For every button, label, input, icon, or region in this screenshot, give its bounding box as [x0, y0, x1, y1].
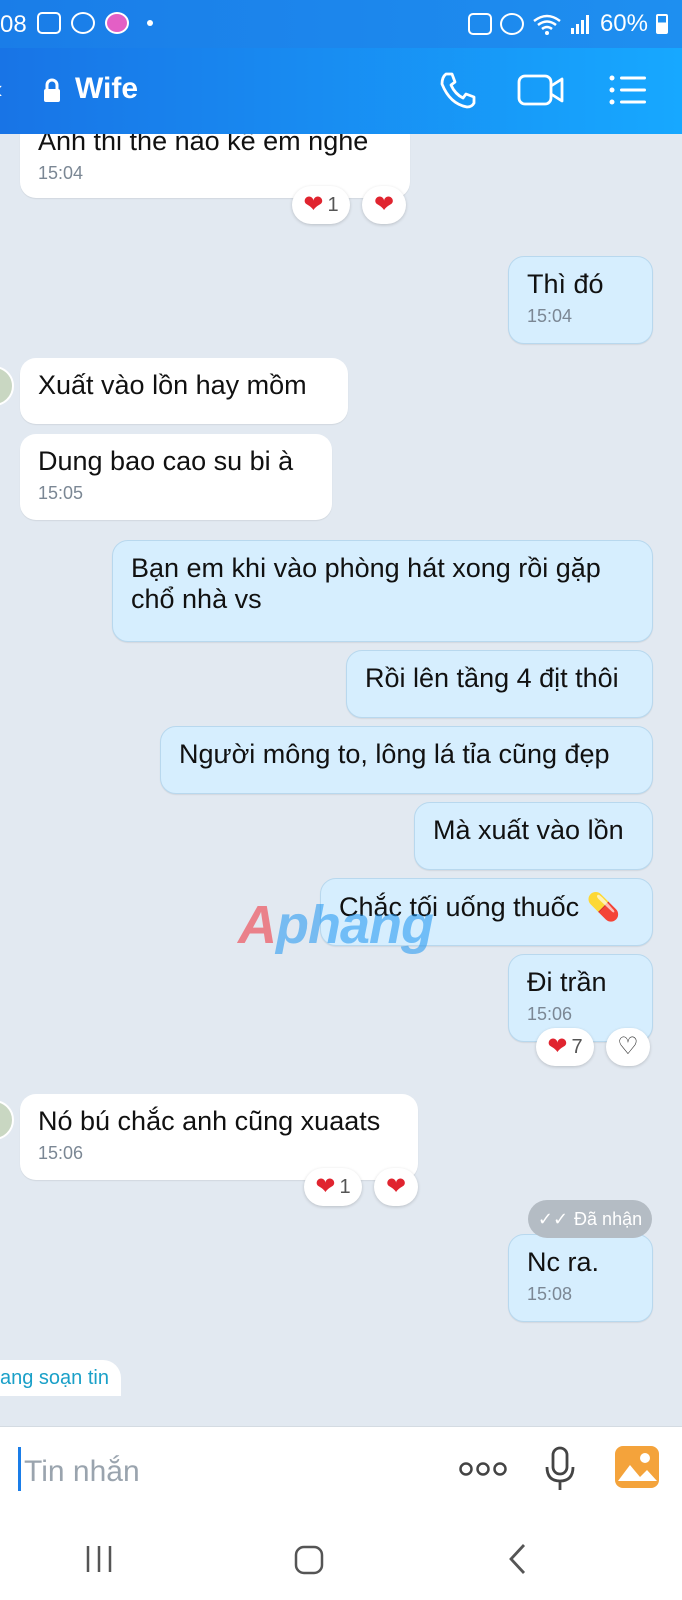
system-nav-bar — [0, 1516, 682, 1600]
message-bubble-outgoing[interactable]: Rồi lên tầng 4 địt thôi — [346, 650, 653, 718]
message-time: 15:05 — [38, 483, 84, 503]
heart-icon: ❤ — [547, 1033, 568, 1060]
steering-wheel-icon — [71, 12, 95, 34]
reaction-summary[interactable]: ❤ 7 — [536, 1028, 594, 1066]
message-text: Xuất vào lồn hay mồm — [38, 370, 307, 400]
message-time: 15:08 — [527, 1284, 573, 1304]
message-bubble-incoming[interactable]: Anh thi thế nào kể em nghe 15:04 — [20, 134, 410, 198]
heart-icon: ❤ — [303, 191, 324, 218]
message-bubble-incoming[interactable]: Dung bao cao su bi à 15:05 — [20, 434, 332, 520]
status-bar: 08 60% — [0, 0, 682, 48]
typing-indicator-text: ang soạn tin — [0, 1366, 109, 1389]
delivery-status: ✓✓ Đã nhận — [528, 1200, 652, 1238]
menu-list-icon[interactable] — [606, 70, 650, 110]
double-check-icon: ✓✓ — [537, 1208, 569, 1229]
microphone-icon[interactable] — [544, 1445, 576, 1493]
more-notifications-icon — [147, 20, 153, 26]
reaction-summary[interactable]: ❤ 1 — [304, 1168, 362, 1206]
message-time: 15:06 — [527, 1004, 573, 1024]
message-time: 15:06 — [38, 1143, 84, 1163]
heart-outline-icon: ♡ — [617, 1033, 639, 1060]
message-bubble-incoming[interactable]: Xuất vào lồn hay mồm — [20, 358, 348, 424]
message-text: Mà xuất vào lồn — [433, 815, 624, 845]
heart-icon: ❤ — [385, 1173, 407, 1200]
message-text: Bạn em khi vào phòng hát xong rồi gặp ch… — [131, 553, 601, 614]
message-text: Rồi lên tầng 4 địt thôi — [365, 663, 619, 693]
heart-icon: ❤ — [315, 1173, 336, 1200]
recycle-icon — [467, 13, 492, 35]
message-text: Dung bao cao su bi à — [38, 446, 294, 476]
message-text: Người mông to, lông lá tỉa cũng đẹp — [179, 739, 610, 769]
back-arrow-icon[interactable]: ‹ — [0, 74, 3, 105]
delivery-status-label: Đã nhận — [574, 1208, 643, 1229]
react-heart-button[interactable]: ❤ — [362, 186, 406, 224]
message-bubble-incoming[interactable]: Nó bú chắc anh cũng xuaats 15:06 — [20, 1094, 418, 1180]
react-heart-button[interactable]: ♡ — [606, 1028, 650, 1066]
contact-avatar[interactable] — [0, 1100, 14, 1140]
status-time: 08 — [0, 11, 27, 38]
back-icon[interactable] — [506, 1542, 530, 1576]
chat-header: ‹ Wife — [0, 48, 682, 134]
video-call-icon[interactable] — [516, 70, 566, 110]
battery-percent: 60% — [599, 10, 648, 37]
more-options-icon[interactable] — [458, 1461, 508, 1477]
message-bubble-outgoing[interactable]: Người mông to, lông lá tỉa cũng đẹp — [160, 726, 653, 794]
message-list[interactable]: Anh thi thế nào kể em nghe 15:04 ❤ 1 ❤ T… — [0, 134, 682, 1426]
lock-icon — [44, 78, 60, 102]
message-time: 15:04 — [38, 163, 84, 183]
emoji-icon[interactable]: ) — [0, 1457, 1, 1489]
message-bubble-outgoing[interactable]: Thì đó 15:04 — [508, 256, 653, 344]
signal-icon — [570, 15, 589, 34]
typing-indicator: ang soạn tin — [0, 1360, 121, 1396]
message-bubble-outgoing[interactable]: Nc ra. 15:08 — [508, 1234, 653, 1322]
image-gallery-icon[interactable] — [614, 1445, 660, 1489]
alarm-icon — [499, 13, 524, 35]
message-text: Nó bú chắc anh cũng xuaats — [38, 1106, 381, 1136]
message-text: Nc ra. — [527, 1247, 600, 1277]
reaction-count: 7 — [571, 1035, 583, 1058]
message-text: Thì đó — [527, 269, 604, 299]
watermark-logo: Aphang — [238, 895, 434, 955]
reaction-count: 1 — [339, 1175, 351, 1198]
gallery-icon — [37, 12, 61, 34]
message-input[interactable]: Tin nhắn — [24, 1455, 140, 1489]
message-bubble-outgoing[interactable]: Bạn em khi vào phòng hát xong rồi gặp ch… — [112, 540, 653, 642]
message-bubble-outgoing[interactable]: Mà xuất vào lồn — [414, 802, 653, 870]
reaction-count: 1 — [327, 193, 339, 216]
message-time: 15:04 — [527, 306, 573, 326]
contact-avatar[interactable] — [0, 366, 14, 406]
react-heart-button[interactable]: ❤ — [374, 1168, 418, 1206]
system-icons: 60% — [467, 10, 668, 38]
notification-icons — [37, 12, 153, 34]
home-icon[interactable] — [293, 1544, 325, 1576]
phone-icon[interactable] — [436, 70, 480, 110]
contact-name[interactable]: Wife — [75, 72, 138, 106]
message-text: Đi trần — [527, 967, 607, 997]
text-cursor — [18, 1447, 21, 1491]
reaction-summary[interactable]: ❤ 1 — [292, 186, 350, 224]
recent-apps-icon[interactable] — [84, 1544, 114, 1574]
wifi-icon — [533, 14, 561, 35]
message-text: Anh thi thế nào kể em nghe — [38, 134, 369, 156]
shop-badge-icon — [105, 12, 129, 34]
heart-icon: ❤ — [373, 191, 395, 218]
battery-icon — [656, 14, 668, 34]
message-composer: ) Tin nhắn — [0, 1426, 682, 1517]
